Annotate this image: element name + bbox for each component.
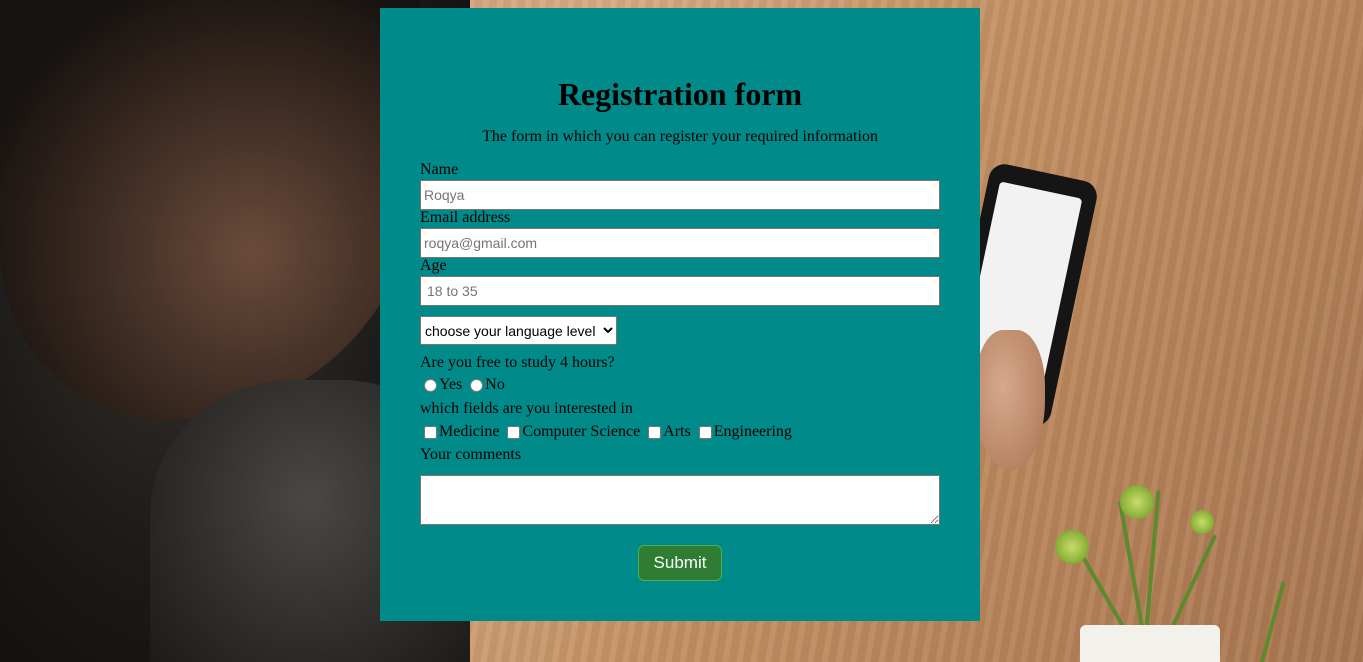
hand: [975, 330, 1045, 470]
form-title: Registration form: [557, 76, 803, 112]
checkbox-medicine-label: Medicine: [439, 423, 500, 440]
checkbox-arts-label: Arts: [663, 423, 691, 440]
fields-question: which fields are you interested in: [420, 400, 633, 417]
age-label: Age: [420, 257, 447, 274]
checkbox-engineering-label: Engineering: [713, 423, 792, 440]
age-input[interactable]: [420, 276, 940, 306]
plant: [1040, 470, 1360, 662]
checkbox-medicine[interactable]: [424, 425, 437, 439]
checkbox-arts[interactable]: [648, 425, 662, 439]
radio-no-label: No: [485, 376, 505, 393]
radio-no[interactable]: [470, 378, 484, 392]
form-subtitle: The form in which you can register your …: [482, 128, 878, 145]
radio-yes-label: Yes: [439, 376, 463, 393]
email-label: Email address: [420, 209, 511, 226]
fields-checkbox-group: Medicine Computer Science Arts Engineeri…: [420, 423, 796, 441]
registration-panel: Registration form The form in which you …: [380, 8, 980, 621]
name-label: Name: [420, 161, 459, 178]
checkbox-computer-science-label: Computer Science: [522, 423, 641, 440]
study-question: Are you free to study 4 hours?: [420, 354, 615, 371]
comments-textarea[interactable]: [420, 475, 940, 525]
submit-button[interactable]: Submit: [638, 545, 722, 581]
checkbox-engineering[interactable]: [698, 425, 712, 439]
checkbox-computer-science[interactable]: [507, 425, 521, 439]
radio-yes[interactable]: [424, 378, 437, 392]
language-level-select[interactable]: choose your language level: [420, 316, 617, 345]
study-radio-group: Yes No: [420, 376, 509, 394]
email-input[interactable]: [420, 228, 940, 258]
name-input[interactable]: [420, 180, 940, 210]
comments-label: Your comments: [420, 446, 522, 463]
